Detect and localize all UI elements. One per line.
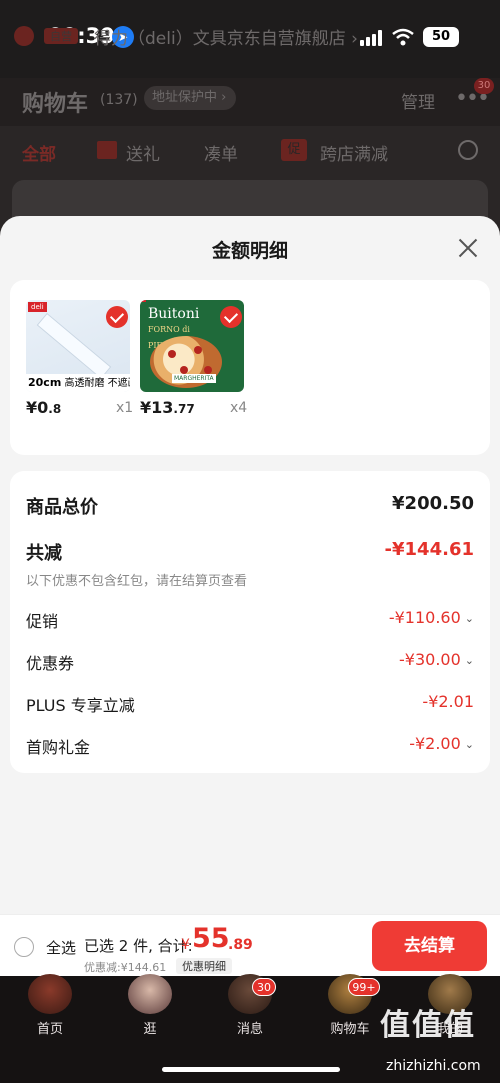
- product-item[interactable]: Buitoni FORNO di PIETRA MARGHERITA ¥13.7…: [140, 300, 250, 420]
- close-icon[interactable]: [456, 236, 480, 260]
- total-amount-decimal: .89: [228, 937, 253, 953]
- product-price: ¥0.8: [26, 398, 62, 417]
- tab-gift[interactable]: 送礼: [126, 140, 160, 165]
- price-summary-card: 商品总价 ¥200.50 共减 -¥144.61 以下优惠不包含红包，请在结算页…: [10, 471, 490, 773]
- amount-detail-sheet: 金额明细 deli 20cm 高透耐磨 不遮画面 ¥0.8 x1 Bui: [0, 216, 500, 976]
- pizza-top-tag: [140, 300, 146, 302]
- select-all-label[interactable]: 全选: [46, 937, 76, 958]
- checkout-bar: 全选 已选 2 件, 合计: ¥ 55 .89 优惠减:¥144.61 优惠明细…: [0, 914, 500, 976]
- product-item[interactable]: deli 20cm 高透耐磨 不遮画面 ¥0.8 x1: [26, 300, 136, 420]
- sheet-title: 金额明细: [211, 240, 288, 262]
- discount-line-value: -¥110.60 ⌄: [388, 608, 474, 627]
- reduce-value: -¥144.61: [384, 539, 474, 560]
- product-image-ruler: deli 20cm 高透耐磨 不遮画面: [26, 300, 130, 392]
- cart-count: (137): [100, 92, 138, 108]
- chevron-down-icon: ⌄: [464, 738, 474, 751]
- selected-products-card: deli 20cm 高透耐磨 不遮画面 ¥0.8 x1 Buitoni FORN…: [10, 280, 490, 455]
- manage-button[interactable]: 管理: [401, 88, 435, 113]
- selected-check-icon: [220, 306, 242, 328]
- address-protection-pill[interactable]: 地址保护中 ›: [144, 86, 237, 110]
- more-badge: 30: [474, 78, 494, 94]
- deli-logo: deli: [28, 302, 47, 312]
- cellular-signal-icon: [360, 30, 384, 46]
- product-price: ¥13.77: [140, 398, 195, 417]
- wifi-icon: [392, 28, 414, 46]
- nav-explore[interactable]: 逛: [110, 974, 190, 1037]
- select-all-checkbox[interactable]: [14, 937, 34, 957]
- nav-home[interactable]: 首页: [10, 974, 90, 1037]
- filter-tabs: 全部 送礼 凑单 促 跨店满减: [0, 126, 500, 176]
- total-currency: ¥: [181, 937, 190, 953]
- product-quantity: x4: [230, 400, 248, 416]
- discount-summary: 优惠减:¥144.61: [84, 961, 167, 974]
- discount-line-label: 优惠券: [26, 654, 75, 673]
- ruler-illustration: [36, 312, 112, 380]
- shop-name[interactable]: 得力（deli）文具京东自营旗舰店 ›: [94, 24, 358, 49]
- checkout-button[interactable]: 去结算: [372, 921, 487, 971]
- watermark-url: zhizhizhi.com: [386, 1058, 481, 1074]
- chevron-down-icon: ⌄: [464, 654, 474, 667]
- reduce-label: 共减: [26, 543, 62, 564]
- messages-badge: 30: [252, 978, 276, 996]
- cart-header: 购物车 (137) 地址保护中 › 管理 ••• 30: [0, 78, 500, 126]
- total-amount-integer: 55: [192, 923, 230, 954]
- shop-checkbox[interactable]: [14, 26, 34, 46]
- tab-cross-store[interactable]: 跨店满减: [320, 140, 388, 165]
- home-indicator: [162, 1067, 340, 1072]
- discount-note: 以下优惠不包含红包，请在结算页查看: [26, 574, 248, 589]
- page-title: 购物车: [22, 92, 89, 117]
- discount-line-label: 促销: [26, 612, 59, 631]
- search-icon[interactable]: [458, 140, 478, 160]
- pizza-brand: Buitoni FORNO di PIETRA: [148, 306, 212, 350]
- pizza-flavor-label: MARGHERITA: [172, 374, 216, 383]
- selected-check-icon: [106, 306, 128, 328]
- battery-icon: 50: [423, 27, 459, 47]
- discount-line-value: -¥30.00 ⌄: [399, 650, 474, 669]
- self-operated-tag: 自营: [44, 28, 78, 44]
- discount-line-label: 首购礼金: [26, 738, 91, 757]
- nav-cart[interactable]: 购物车 99+: [310, 974, 390, 1037]
- promo-icon: 促: [281, 139, 307, 161]
- discount-detail-button[interactable]: 优惠明细: [176, 958, 232, 974]
- product-quantity: x1: [116, 400, 134, 416]
- watermark-logo: 值值值: [380, 1008, 476, 1043]
- gift-icon: [97, 141, 117, 159]
- discount-line-value: -¥2.00 ⌄: [409, 734, 474, 753]
- nav-messages[interactable]: 消息 30: [210, 974, 290, 1037]
- tab-bundle[interactable]: 凑单: [204, 140, 238, 165]
- shop-row: [12, 180, 488, 220]
- discount-line-value: -¥2.01: [422, 692, 474, 711]
- discount-line-label: PLUS 专享立减: [26, 696, 135, 715]
- product-image-pizza: Buitoni FORNO di PIETRA MARGHERITA: [140, 300, 244, 392]
- tab-all[interactable]: 全部: [22, 140, 56, 165]
- explore-icon: [128, 974, 172, 1014]
- selected-count-text: 已选 2 件, 合计:: [84, 937, 193, 955]
- total-value: ¥200.50: [392, 493, 474, 514]
- product-caption: 20cm 高透耐磨 不遮画面: [26, 374, 130, 392]
- chevron-down-icon: ⌄: [464, 612, 474, 625]
- cart-badge: 99+: [348, 978, 380, 996]
- total-label: 商品总价: [26, 497, 98, 518]
- home-icon: [28, 974, 72, 1014]
